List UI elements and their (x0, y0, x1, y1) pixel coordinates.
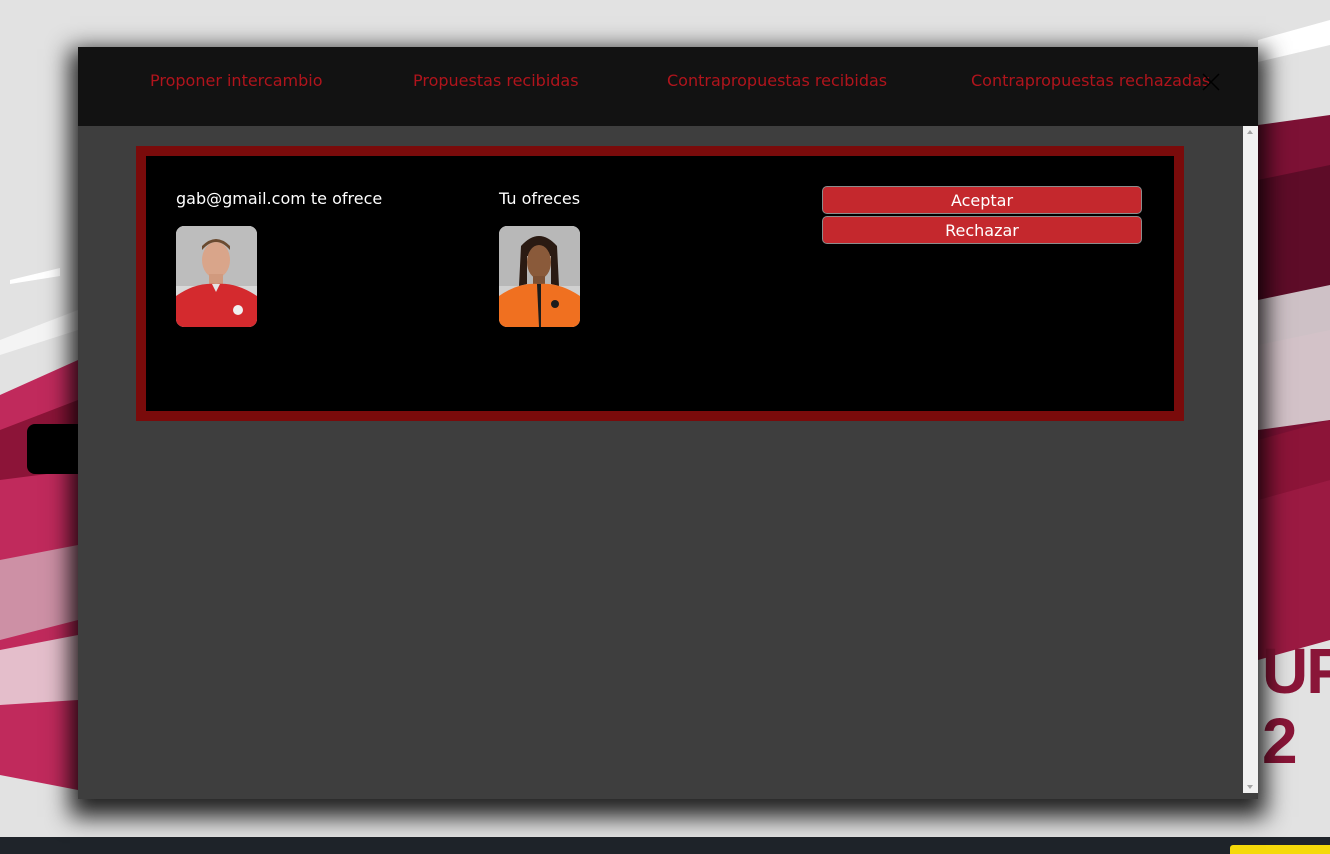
tab-propuestas-recibidas[interactable]: Propuestas recibidas (413, 71, 579, 90)
your-player-card (499, 226, 580, 327)
sponsor-badge (1230, 845, 1330, 854)
vertical-scrollbar[interactable] (1243, 126, 1258, 793)
you-offer-label: Tu ofreces (499, 189, 581, 208)
tab-contrapropuestas-rechazadas[interactable]: Contrapropuestas rechazadas (971, 71, 1210, 90)
background-brand-text: UP 2 (1262, 635, 1330, 777)
offered-player-card (176, 226, 257, 327)
trade-modal: Proponer intercambio Propuestas recibida… (78, 47, 1258, 799)
footer-bar (0, 837, 1330, 854)
offer-from-label: gab@gmail.com te ofrece (176, 189, 383, 208)
modal-header: Proponer intercambio Propuestas recibida… (78, 47, 1258, 126)
tab-contrapropuestas-recibidas[interactable]: Contrapropuestas recibidas (667, 71, 887, 90)
scroll-up-icon[interactable] (1247, 130, 1253, 134)
modal-body: gab@gmail.com te ofrece Tu ofreces Acept… (78, 126, 1243, 799)
accept-button[interactable]: Aceptar (822, 186, 1142, 214)
reject-button[interactable]: Rechazar (822, 216, 1142, 244)
tab-proponer-intercambio[interactable]: Proponer intercambio (150, 71, 322, 90)
proposal-card: gab@gmail.com te ofrece Tu ofreces Acept… (136, 146, 1184, 421)
scroll-down-icon[interactable] (1247, 785, 1253, 789)
close-icon[interactable] (1200, 71, 1222, 93)
